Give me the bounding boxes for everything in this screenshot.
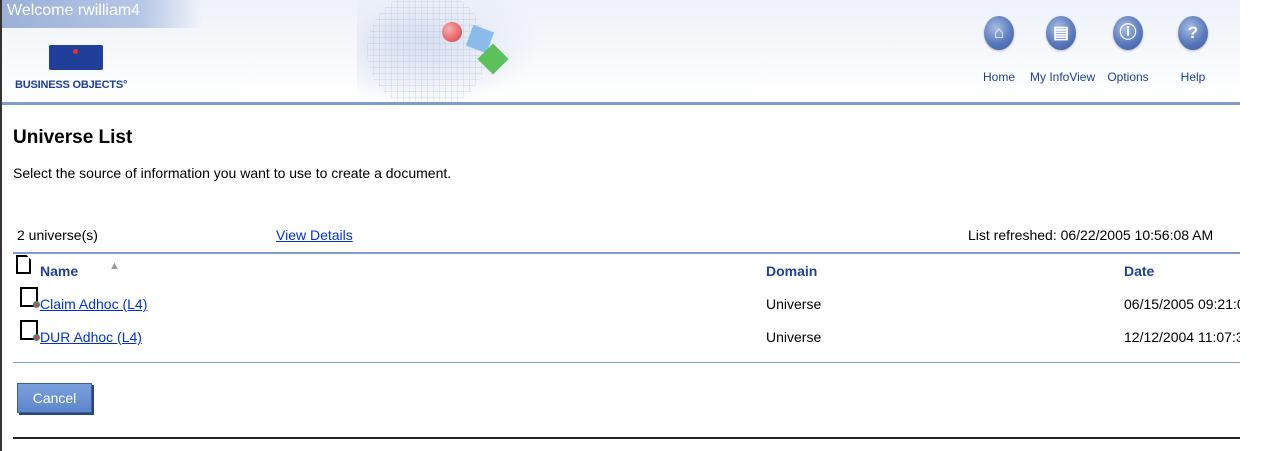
infoview-icon[interactable]: ▤ [1046, 16, 1076, 50]
column-header-date[interactable]: Date [1124, 263, 1154, 279]
welcome-bar: Welcome rwilliam4 [2, 0, 202, 28]
column-header-name[interactable]: Name [40, 263, 78, 279]
universe-domain: Universe [766, 296, 822, 312]
home-icon[interactable]: ⌂ [984, 16, 1014, 50]
help-icon[interactable]: ? [1178, 16, 1208, 50]
universe-icon [20, 287, 40, 308]
logo-dot [73, 49, 78, 54]
nav-help[interactable]: ? Help [1162, 16, 1224, 96]
universe-name-link[interactable]: Claim Adhoc (L4) [40, 296, 147, 312]
view-details-link[interactable]: View Details [276, 227, 353, 243]
table-bottom-rule [13, 362, 1240, 363]
list-refreshed-timestamp: List refreshed: 06/22/2005 10:56:08 AM [968, 227, 1214, 243]
nav-my-infoview-label[interactable]: My InfoView [1030, 70, 1095, 84]
page-title: Universe List [13, 127, 133, 148]
nav-home-label[interactable]: Home [968, 70, 1030, 84]
nav-my-infoview[interactable]: ▤ My InfoView [1030, 16, 1095, 96]
cancel-button[interactable]: Cancel [17, 383, 92, 413]
globe-decoration [367, 0, 487, 102]
nav-options[interactable]: ⓘ Options [1097, 16, 1159, 96]
universe-name-link[interactable]: DUR Adhoc (L4) [40, 329, 142, 345]
table-top-rule [13, 252, 1240, 254]
universe-date: 12/12/2004 11:07:30 [1124, 329, 1240, 345]
red-sphere-decoration [442, 22, 462, 42]
universe-count: 2 universe(s) [17, 227, 98, 243]
welcome-text: Welcome rwilliam4 [7, 2, 141, 19]
universe-date: 06/15/2005 09:21:00 [1124, 296, 1240, 312]
header-decoration [357, 0, 537, 102]
universe-icon [20, 320, 40, 341]
sort-ascending-icon[interactable]: ▲ [109, 260, 120, 272]
document-icon [16, 255, 31, 274]
options-icon[interactable]: ⓘ [1113, 16, 1143, 50]
universe-domain: Universe [766, 329, 822, 345]
business-objects-logo-icon [49, 45, 103, 70]
nav-options-label[interactable]: Options [1097, 70, 1159, 84]
business-objects-logo-text: BUSINESS OBJECTS° [15, 79, 128, 91]
nav-help-label[interactable]: Help [1162, 70, 1224, 84]
nav-home[interactable]: ⌂ Home [968, 16, 1030, 96]
app-header: Welcome rwilliam4 BUSINESS OBJECTS° ⌂ Ho… [2, 0, 1240, 105]
page-bottom-rule [13, 437, 1240, 439]
column-header-domain[interactable]: Domain [766, 263, 817, 279]
page-subtitle: Select the source of information you wan… [13, 165, 452, 181]
